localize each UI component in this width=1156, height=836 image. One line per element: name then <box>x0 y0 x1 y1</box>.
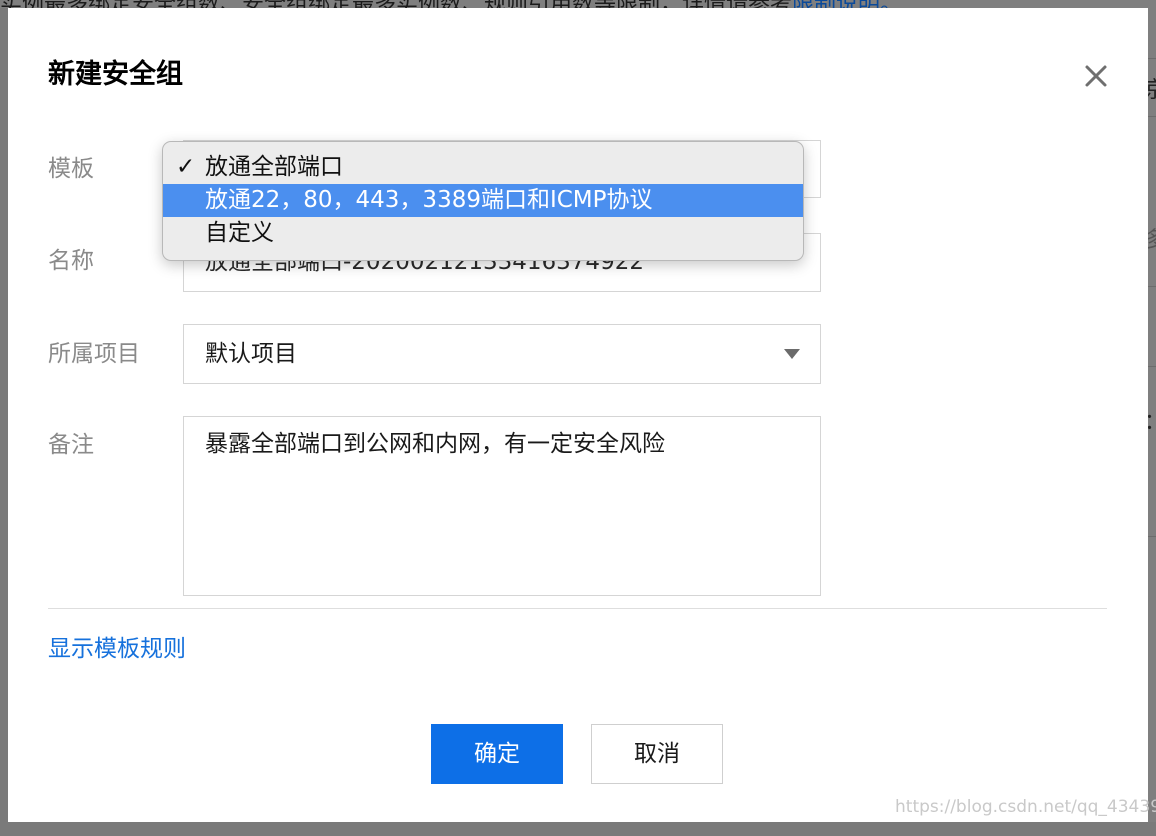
remark-label: 备注 <box>48 432 94 458</box>
caret-down-icon <box>784 349 800 359</box>
background-notice-strip: 实例最多绑定安全组数、安全组绑定最多实例数、规则引用数等限制，详情请参考限制说明… <box>0 0 1156 8</box>
cancel-button[interactable]: 取消 <box>591 724 723 784</box>
dropdown-option-label: 自定义 <box>205 220 274 246</box>
dropdown-option[interactable]: ✓ 放通全部端口 <box>163 151 803 184</box>
dropdown-option-label: 放通全部端口 <box>205 154 343 180</box>
remark-textarea[interactable]: 暴露全部端口到公网和内网，有一定安全风险 <box>183 416 821 596</box>
background-divider <box>1148 366 1156 367</box>
background-divider <box>1148 116 1156 117</box>
form-divider <box>48 608 1107 609</box>
background-fragment: 京 <box>1148 72 1156 104</box>
name-label: 名称 <box>48 248 94 274</box>
remark-value: 暴露全部端口到公网和内网，有一定安全风险 <box>205 431 665 457</box>
background-divider <box>1148 58 1156 59</box>
create-security-group-dialog: 新建安全组 模板 名称 放通全部端口-20200212133416374922 … <box>8 8 1148 822</box>
dialog-title: 新建安全组 <box>48 59 183 90</box>
close-button[interactable] <box>1082 62 1110 90</box>
background-notice-link: 限制说明。 <box>792 0 902 8</box>
checkmark-icon: ✓ <box>176 154 196 180</box>
background-divider <box>1148 536 1156 537</box>
project-select[interactable]: 默认项目 <box>183 324 821 384</box>
background-right-edge: 京 多 ： <box>1148 0 1156 836</box>
background-notice: 实例最多绑定安全组数、安全组绑定最多实例数、规则引用数等限制，详情请参考限制说明… <box>0 0 902 8</box>
project-label: 所属项目 <box>48 341 140 367</box>
dropdown-option[interactable]: 自定义 <box>163 217 803 250</box>
close-icon <box>1085 65 1107 87</box>
background-fragment: 多 <box>1148 222 1156 254</box>
watermark: https://blog.csdn.net/qq_43439952 <box>895 797 1156 817</box>
template-dropdown-menu: ✓ 放通全部端口 放通22，80，443，3389端口和ICMP协议 自定义 <box>162 141 804 261</box>
show-template-rules-link[interactable]: 显示模板规则 <box>48 634 186 664</box>
template-label: 模板 <box>48 156 94 182</box>
confirm-button[interactable]: 确定 <box>431 724 563 784</box>
dropdown-option-label: 放通22，80，443，3389端口和ICMP协议 <box>205 187 653 213</box>
background-bottom-edge <box>0 822 1156 836</box>
dropdown-option-highlighted[interactable]: 放通22，80，443，3389端口和ICMP协议 <box>163 184 803 217</box>
background-divider <box>1148 286 1156 287</box>
project-value: 默认项目 <box>205 341 297 367</box>
background-fragment: ： <box>1148 404 1156 436</box>
background-notice-text: 实例最多绑定安全组数、安全组绑定最多实例数、规则引用数等限制，详情请参考 <box>0 0 792 8</box>
